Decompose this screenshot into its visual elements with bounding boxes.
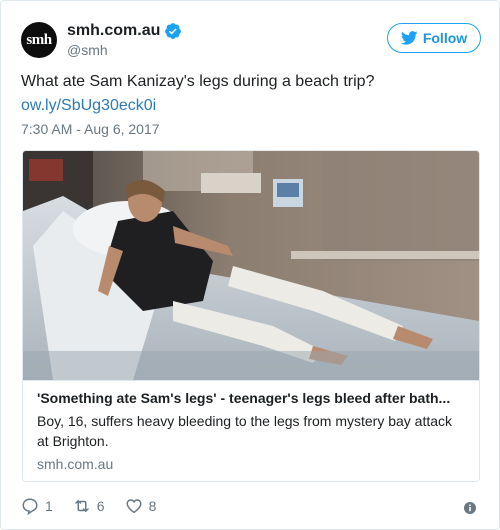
card-title[interactable]: 'Something ate Sam's legs' - teenager's … [37,389,465,407]
card-description: Boy, 16, suffers heavy bleeding to the l… [37,413,453,449]
like-button[interactable]: 8 [125,497,157,515]
reply-count: 1 [45,498,53,514]
avatar[interactable]: smh [21,22,57,58]
reply-button[interactable]: 1 [21,497,53,515]
tweet-actions: 1 6 8 [21,497,176,515]
card-image[interactable] [23,151,479,380]
embedded-tweet: smh smh.com.au @smh Follow What ate Sam … [0,0,500,530]
tweet-text: What ate Sam Kanizay's legs during a bea… [21,73,375,90]
twitter-bird-icon [400,31,418,45]
tweet-link[interactable]: ow.ly/SbUg30eck0i [21,95,156,117]
follow-button[interactable]: Follow [387,23,481,53]
retweet-button[interactable]: 6 [73,497,105,515]
heart-icon [126,499,142,514]
retweet-icon [75,500,89,512]
reply-icon [22,498,38,515]
author-display-name[interactable]: smh.com.au [67,22,160,40]
author-handle[interactable]: @smh [67,42,108,58]
info-icon[interactable] [464,502,476,514]
avatar-text: smh [26,31,52,48]
author-name-row: smh.com.au [67,22,182,40]
verified-badge-icon [165,23,182,39]
retweet-count: 6 [96,498,105,514]
tweet-timestamp[interactable]: 7:30 AM - Aug 6, 2017 [21,121,160,137]
card-domain: smh.com.au [37,456,114,472]
link-card[interactable]: 'Something ate Sam's legs' - teenager's … [22,150,480,482]
card-body: 'Something ate Sam's legs' - teenager's … [23,380,479,481]
like-count: 8 [148,498,157,514]
follow-label: Follow [422,30,468,46]
